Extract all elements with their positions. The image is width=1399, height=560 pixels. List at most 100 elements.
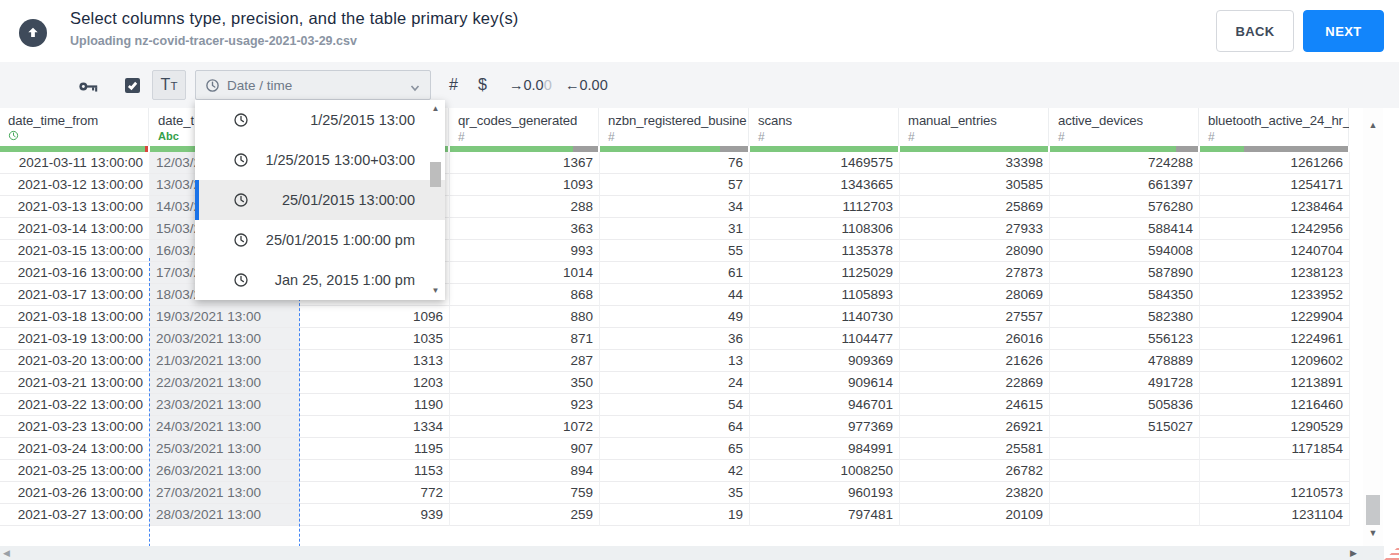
table-cell[interactable]: 27/03/2021 13:00	[150, 482, 300, 504]
table-cell[interactable]: 28069	[900, 284, 1050, 306]
table-cell[interactable]: 2021-03-15 13:00:00	[0, 240, 150, 262]
dropdown-scrollbar[interactable]: ▲ ▼	[428, 100, 443, 300]
table-cell[interactable]: 1238464	[1200, 196, 1350, 218]
table-cell[interactable]: 64	[600, 416, 750, 438]
table-cell[interactable]: 24	[600, 372, 750, 394]
table-cell[interactable]: 2021-03-16 13:00:00	[0, 262, 150, 284]
scroll-down-icon[interactable]: ▼	[1363, 526, 1383, 540]
scroll-left-icon[interactable]: ◀	[3, 546, 10, 560]
table-cell[interactable]: 946701	[750, 394, 900, 416]
table-cell[interactable]: 61	[600, 262, 750, 284]
table-cell[interactable]: 1240704	[1200, 240, 1350, 262]
table-cell[interactable]: 1104477	[750, 328, 900, 350]
table-cell[interactable]: 1140730	[750, 306, 900, 328]
table-cell[interactable]: 2021-03-14 13:00:00	[0, 218, 150, 240]
scroll-down-icon[interactable]: ▼	[428, 284, 443, 298]
scrollbar-thumb[interactable]	[1366, 495, 1380, 525]
table-cell[interactable]: 44	[600, 284, 750, 306]
table-cell[interactable]: 1096	[300, 306, 450, 328]
table-cell[interactable]: 26921	[900, 416, 1050, 438]
table-cell[interactable]: 1210573	[1200, 482, 1350, 504]
table-cell[interactable]: 2021-03-25 13:00:00	[0, 460, 150, 482]
vertical-scrollbar[interactable]: ▲ ▼	[1363, 108, 1383, 546]
table-cell[interactable]	[1050, 460, 1200, 482]
table-cell[interactable]: 515027	[1050, 416, 1200, 438]
table-cell[interactable]: 1108306	[750, 218, 900, 240]
table-cell[interactable]: 22869	[900, 372, 1050, 394]
table-cell[interactable]: 1334	[300, 416, 450, 438]
table-cell[interactable]: 21626	[900, 350, 1050, 372]
table-cell[interactable]: 1233952	[1200, 284, 1350, 306]
table-cell[interactable]: 1153	[300, 460, 450, 482]
table-cell[interactable]: 34	[600, 196, 750, 218]
next-button[interactable]: NEXT	[1303, 10, 1384, 52]
integer-type-button[interactable]: #	[449, 62, 458, 108]
table-cell[interactable]: 26016	[900, 328, 1050, 350]
table-cell[interactable]: 1209602	[1200, 350, 1350, 372]
table-cell[interactable]: 25869	[900, 196, 1050, 218]
table-cell[interactable]: 1313	[300, 350, 450, 372]
table-cell[interactable]: 19/03/2021 13:00	[150, 306, 300, 328]
table-cell[interactable]: 1229904	[1200, 306, 1350, 328]
horizontal-scrollbar[interactable]: ◀ ▶	[0, 546, 1384, 560]
column-header[interactable]: manual_entries#	[900, 108, 1049, 146]
column-header[interactable]: nzbn_registered_busine#	[600, 108, 749, 146]
table-cell[interactable]: 576280	[1050, 196, 1200, 218]
table-cell[interactable]: 909369	[750, 350, 900, 372]
table-cell[interactable]: 907	[450, 438, 600, 460]
table-cell[interactable]: 797481	[750, 504, 900, 526]
table-cell[interactable]: 33398	[900, 152, 1050, 174]
table-cell[interactable]: 36	[600, 328, 750, 350]
table-cell[interactable]: 26/03/2021 13:00	[150, 460, 300, 482]
table-cell[interactable]: 587890	[1050, 262, 1200, 284]
table-cell[interactable]: 1261266	[1200, 152, 1350, 174]
dropdown-option[interactable]: 1/25/2015 13:00+03:00	[195, 140, 445, 180]
table-cell[interactable]: 960193	[750, 482, 900, 504]
table-cell[interactable]: 24/03/2021 13:00	[150, 416, 300, 438]
table-cell[interactable]: 491728	[1050, 372, 1200, 394]
table-cell[interactable]: 2021-03-13 13:00:00	[0, 196, 150, 218]
table-cell[interactable]: 42	[600, 460, 750, 482]
dropdown-option[interactable]: Jan 25, 2015 1:00 pm	[195, 260, 445, 300]
table-cell[interactable]: 259	[450, 504, 600, 526]
currency-type-button[interactable]: $	[478, 62, 487, 108]
table-cell[interactable]: 27557	[900, 306, 1050, 328]
table-cell[interactable]: 2021-03-12 13:00:00	[0, 174, 150, 196]
table-cell[interactable]: 759	[450, 482, 600, 504]
table-cell[interactable]: 55	[600, 240, 750, 262]
column-header[interactable]: bluetooth_active_24_hr_#	[1200, 108, 1349, 146]
table-cell[interactable]: 20109	[900, 504, 1050, 526]
table-cell[interactable]: 31	[600, 218, 750, 240]
table-cell[interactable]: 1072	[450, 416, 600, 438]
table-cell[interactable]: 984991	[750, 438, 900, 460]
dropdown-option[interactable]: 25/01/2015 13:00:00	[195, 180, 445, 220]
table-cell[interactable]: 1242956	[1200, 218, 1350, 240]
increase-decimal-button[interactable]: →0.00	[509, 62, 552, 108]
table-cell[interactable]: 1343665	[750, 174, 900, 196]
table-cell[interactable]: 28/03/2021 13:00	[150, 504, 300, 526]
table-cell[interactable]: 1216460	[1200, 394, 1350, 416]
table-cell[interactable]: 505836	[1050, 394, 1200, 416]
table-cell[interactable]: 724288	[1050, 152, 1200, 174]
column-header[interactable]: date_time_from	[0, 108, 149, 146]
table-cell[interactable]: 49	[600, 306, 750, 328]
scroll-right-icon[interactable]: ▶	[1350, 546, 1357, 560]
table-cell[interactable]: 23/03/2021 13:00	[150, 394, 300, 416]
table-cell[interactable]: 2021-03-20 13:00:00	[0, 350, 150, 372]
table-cell[interactable]: 594008	[1050, 240, 1200, 262]
table-cell[interactable]: 27873	[900, 262, 1050, 284]
table-cell[interactable]: 288	[450, 196, 600, 218]
table-cell[interactable]	[1200, 460, 1350, 482]
table-cell[interactable]: 993	[450, 240, 600, 262]
table-cell[interactable]: 2021-03-18 13:00:00	[0, 306, 150, 328]
table-cell[interactable]: 1203	[300, 372, 450, 394]
dropdown-option[interactable]: 1/25/2015 13:00	[195, 100, 445, 140]
table-cell[interactable]: 27933	[900, 218, 1050, 240]
table-cell[interactable]: 2021-03-24 13:00:00	[0, 438, 150, 460]
table-cell[interactable]: 923	[450, 394, 600, 416]
table-cell[interactable]: 772	[300, 482, 450, 504]
table-cell[interactable]: 23820	[900, 482, 1050, 504]
table-cell[interactable]: 556123	[1050, 328, 1200, 350]
table-cell[interactable]: 871	[450, 328, 600, 350]
table-cell[interactable]: 939	[300, 504, 450, 526]
